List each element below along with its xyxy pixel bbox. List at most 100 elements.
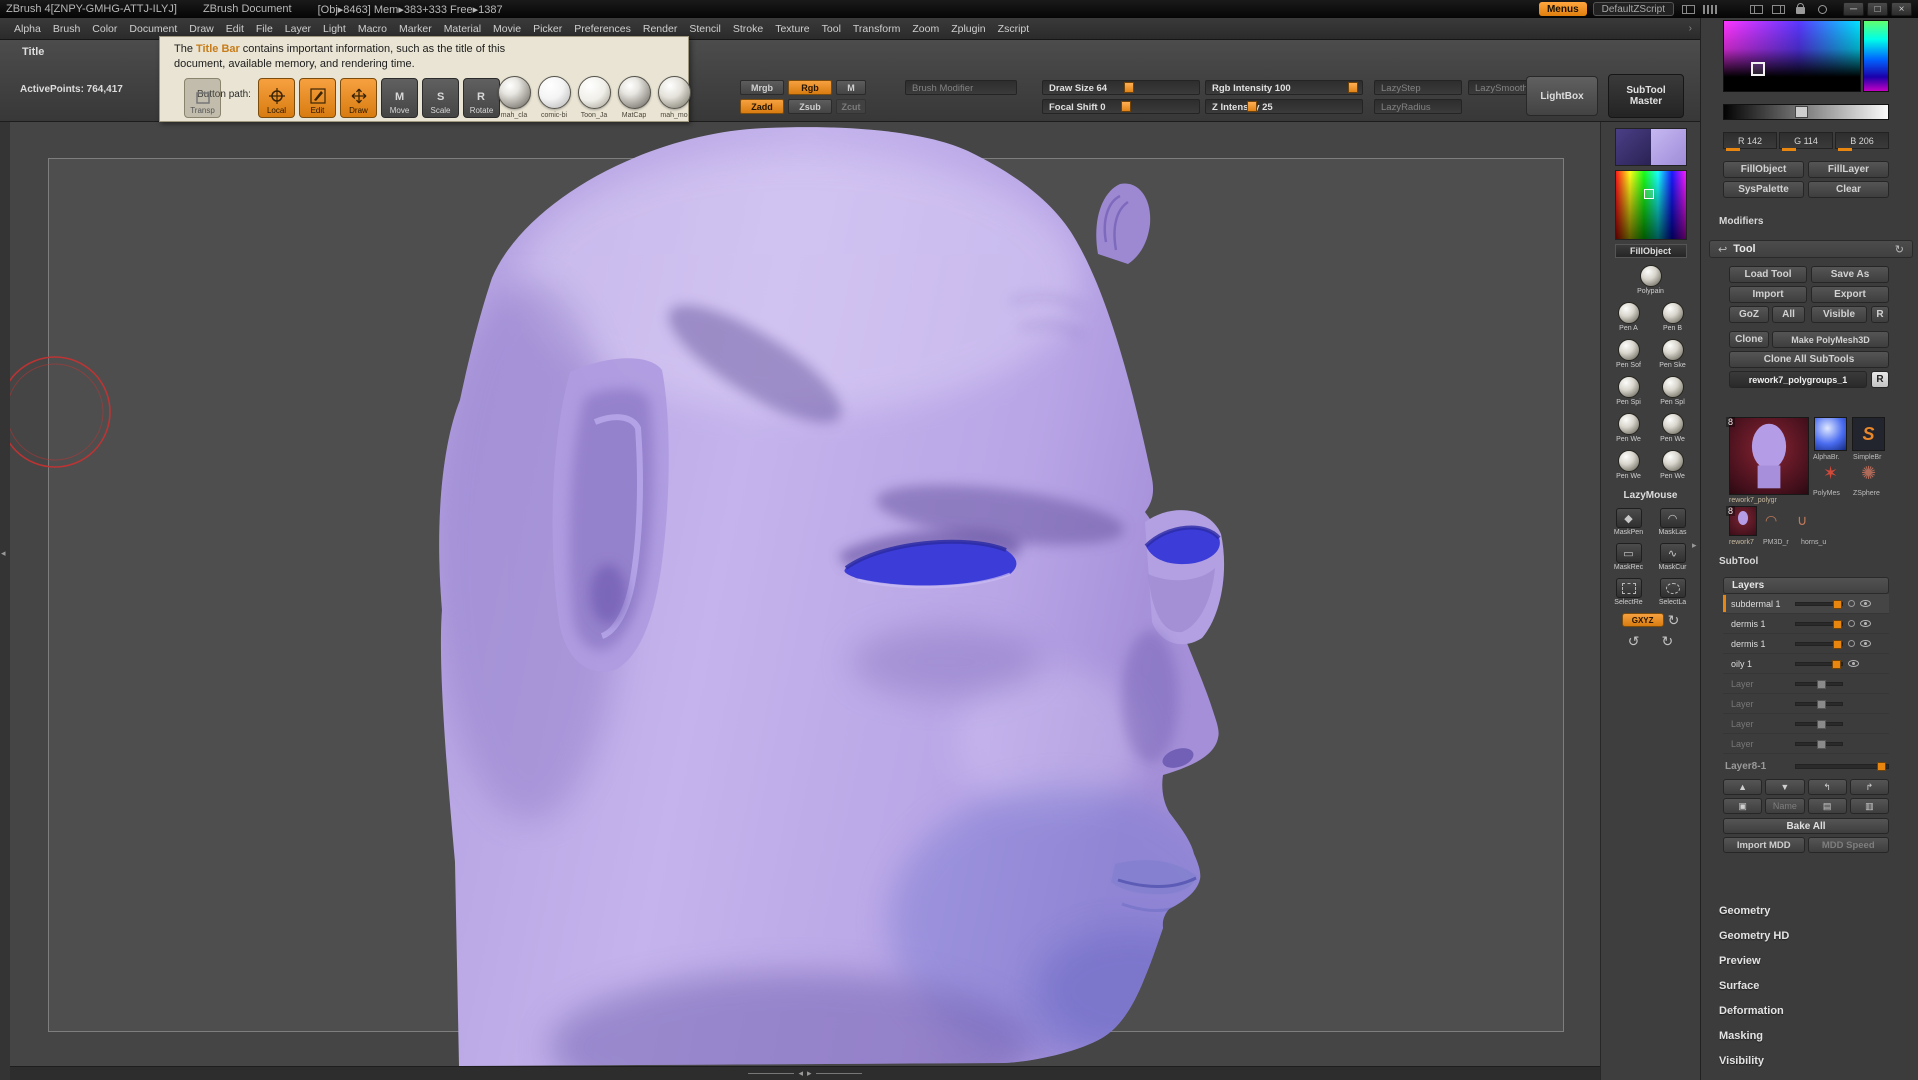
close-button[interactable]: × <box>1891 2 1912 16</box>
pen-we-brush-icon-4[interactable] <box>1661 450 1684 472</box>
all-button[interactable]: All <box>1772 306 1805 323</box>
brush-modifier-slider[interactable]: Brush Modifier <box>905 80 1017 95</box>
section-surface[interactable]: Surface <box>1701 973 1918 998</box>
syspalette-button[interactable]: SysPalette <box>1723 181 1804 198</box>
menu-tool[interactable]: Tool <box>816 21 847 37</box>
polypaint-brush-icon[interactable] <box>1639 265 1662 287</box>
menu-light[interactable]: Light <box>317 21 352 37</box>
menu-layer[interactable]: Layer <box>279 21 317 37</box>
bake-all-button[interactable]: Bake All <box>1723 818 1889 834</box>
selectlasso-icon[interactable] <box>1659 578 1686 598</box>
menu-brush[interactable]: Brush <box>47 21 86 37</box>
mini-color-swatch[interactable] <box>1614 128 1687 166</box>
left-edge-arrow[interactable]: ◂ <box>1 548 6 559</box>
mdd-speed-button[interactable]: MDD Speed <box>1807 837 1889 853</box>
menu-macro[interactable]: Macro <box>352 21 393 37</box>
layer-row-empty-2[interactable]: Layer <box>1723 694 1889 714</box>
menu-picker[interactable]: Picker <box>527 21 568 37</box>
rotate-right-icon[interactable]: ↻ <box>1668 613 1680 627</box>
menu-document[interactable]: Document <box>123 21 183 37</box>
tray-fillobject-button[interactable]: FillObject <box>1614 244 1687 258</box>
maximize-button[interactable]: □ <box>1867 2 1888 16</box>
scroll-left-arrow[interactable]: ◂ <box>798 1068 803 1079</box>
focal-shift-slider[interactable]: Focal Shift 0 <box>1042 99 1200 114</box>
fillobject-button[interactable]: FillObject <box>1723 161 1804 178</box>
zsphere-icon[interactable]: ✺ <box>1861 464 1876 482</box>
layer-undo-icon[interactable]: ↰ <box>1807 779 1847 795</box>
material-sphere-3[interactable] <box>578 76 611 109</box>
section-masking[interactable]: Masking <box>1701 1023 1918 1048</box>
polymesh-star-icon[interactable]: ✶ <box>1823 464 1838 482</box>
section-geometry[interactable]: Geometry <box>1701 898 1918 923</box>
blue-value[interactable]: B 206 <box>1835 132 1889 151</box>
subtool-section-label[interactable]: SubTool <box>1719 556 1758 567</box>
import-button[interactable]: Import <box>1729 286 1807 303</box>
layer-row-dermis2[interactable]: dermis 1 <box>1723 634 1889 654</box>
lightbox-button[interactable]: LightBox <box>1526 76 1598 116</box>
maskpen-icon[interactable]: ◆ <box>1615 508 1642 528</box>
modifiers-label[interactable]: Modifiers <box>1719 216 1763 227</box>
pen-we-brush-icon-1[interactable] <box>1617 413 1640 435</box>
zcut-button[interactable]: Zcut <box>836 99 866 114</box>
pen-sof-brush-icon[interactable] <box>1617 339 1640 361</box>
rotate-cw-icon[interactable]: ↻ <box>1662 634 1674 648</box>
menu-alpha[interactable]: Alpha <box>8 21 47 37</box>
lazymouse-label[interactable]: LazyMouse <box>1624 490 1678 501</box>
section-geometry-hd[interactable]: Geometry HD <box>1701 923 1918 948</box>
layer-row-empty-1[interactable]: Layer <box>1723 674 1889 694</box>
current-layer-row[interactable]: Layer8-1 <box>1723 756 1889 776</box>
load-tool-button[interactable]: Load Tool <box>1729 266 1807 283</box>
menu-transform[interactable]: Transform <box>847 21 906 37</box>
menu-stroke[interactable]: Stroke <box>727 21 769 37</box>
lazystep-slider[interactable]: LazyStep <box>1374 80 1462 95</box>
lazyradius-slider[interactable]: LazyRadius <box>1374 99 1462 114</box>
bars-icon[interactable] <box>1702 3 1718 15</box>
zadd-button[interactable]: Zadd <box>740 99 784 114</box>
mrgb-button[interactable]: Mrgb <box>740 80 784 95</box>
rgb-button[interactable]: Rgb <box>788 80 832 95</box>
filllayer-button[interactable]: FillLayer <box>1808 161 1889 178</box>
grayscale-slider[interactable] <box>1723 104 1889 120</box>
layer-visibility-icon[interactable] <box>1860 640 1871 647</box>
menu-zscript[interactable]: Zscript <box>992 21 1036 37</box>
sculpt-model[interactable] <box>10 122 1600 1066</box>
section-visibility[interactable]: Visibility <box>1701 1048 1918 1073</box>
green-value[interactable]: G 114 <box>1779 132 1833 151</box>
active-tool-button[interactable]: rework7_polygroups_1 <box>1729 371 1867 388</box>
tray-expand-arrow[interactable]: ▸ <box>1692 540 1697 551</box>
mini-color-picker[interactable] <box>1614 170 1687 240</box>
dock-left-icon[interactable] <box>1680 3 1696 15</box>
clone-all-subtools-button[interactable]: Clone All SubTools <box>1729 351 1889 368</box>
menus-button[interactable]: Menus <box>1538 2 1587 16</box>
make-polymesh3d-button[interactable]: Make PolyMesh3D <box>1772 331 1889 348</box>
grayscale-handle[interactable] <box>1794 106 1808 118</box>
maskcurve-icon[interactable]: ∿ <box>1659 543 1686 563</box>
document-canvas[interactable] <box>10 122 1600 1066</box>
color-picker-square[interactable] <box>1723 20 1861 92</box>
draw-size-slider[interactable]: Draw Size 64 <box>1042 80 1200 95</box>
minimize-button[interactable]: ─ <box>1843 2 1864 16</box>
pen-spi-brush-icon[interactable] <box>1617 376 1640 398</box>
section-deformation[interactable]: Deformation <box>1701 998 1918 1023</box>
layer-delete-button[interactable]: ▥ <box>1849 798 1889 814</box>
pen-we-brush-icon-3[interactable] <box>1617 450 1640 472</box>
transp-button[interactable]: Transp <box>184 78 221 118</box>
pen-spl-brush-icon[interactable] <box>1661 376 1684 398</box>
layer-name-button[interactable]: Name <box>1765 798 1805 814</box>
defaultzscript-button[interactable]: DefaultZScript <box>1592 2 1674 16</box>
layer-down-button[interactable]: ▼ <box>1765 779 1805 795</box>
clone-button[interactable]: Clone <box>1729 331 1769 348</box>
pen-we-brush-icon-2[interactable] <box>1661 413 1684 435</box>
layer-visibility-icon[interactable] <box>1860 620 1871 627</box>
tool-refresh-icon[interactable]: ↻ <box>1895 243 1904 256</box>
layer-row-empty-3[interactable]: Layer <box>1723 714 1889 734</box>
current-tool-thumbnail[interactable] <box>1729 417 1809 495</box>
menu-texture[interactable]: Texture <box>769 21 815 37</box>
menu-render[interactable]: Render <box>637 21 683 37</box>
layer-visibility-icon[interactable] <box>1860 600 1871 607</box>
pen-ske-brush-icon[interactable] <box>1661 339 1684 361</box>
pen-a-brush-icon[interactable] <box>1617 302 1640 324</box>
layers-header[interactable]: Layers <box>1723 577 1889 594</box>
layer-record-icon[interactable] <box>1848 640 1855 647</box>
lock-icon[interactable] <box>1792 3 1808 15</box>
